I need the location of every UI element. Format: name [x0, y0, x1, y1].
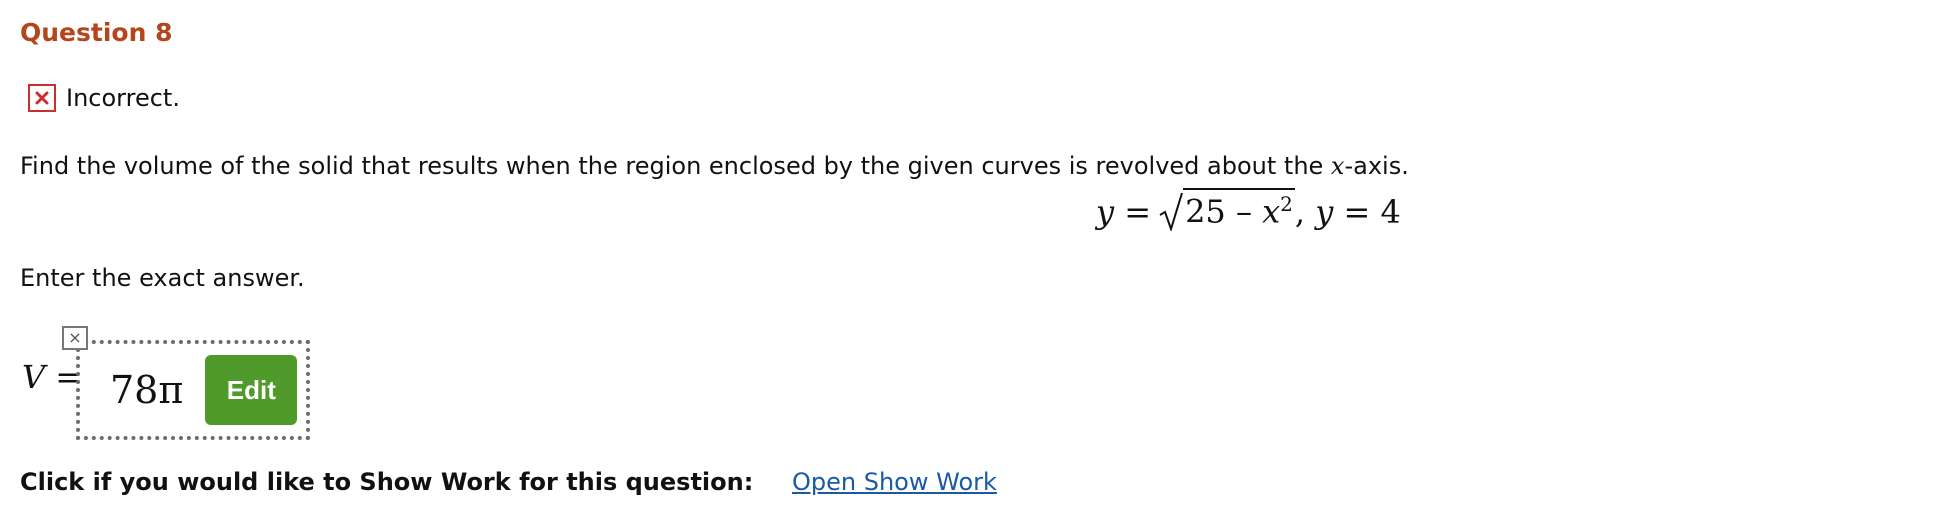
- close-icon[interactable]: ×: [62, 326, 88, 350]
- radicand: 25 – x2: [1183, 188, 1295, 231]
- edit-button[interactable]: Edit: [205, 355, 298, 425]
- question-title: Question 8: [20, 18, 173, 47]
- x-mark-icon: [35, 91, 49, 105]
- square-root: 25 – x2: [1159, 188, 1295, 231]
- prompt-variable: x: [1330, 152, 1345, 180]
- answer-instruction: Enter the exact answer.: [20, 264, 305, 292]
- equation-lhs: y =: [1096, 192, 1152, 231]
- equation-rhs: , y = 4: [1294, 192, 1401, 231]
- answer-input[interactable]: 78π Edit: [76, 340, 310, 440]
- status-text: Incorrect.: [66, 84, 180, 112]
- question-prompt: Find the volume of the solid that result…: [20, 152, 1409, 180]
- answer-variable-label: V =: [22, 358, 83, 396]
- prompt-text-start: Find the volume of the solid that result…: [20, 152, 1331, 180]
- show-work-prompt: Click if you would like to Show Work for…: [20, 468, 754, 496]
- open-show-work-link[interactable]: Open Show Work: [792, 468, 997, 496]
- prompt-text-end: -axis.: [1344, 152, 1409, 180]
- answer-value: 78π: [110, 368, 184, 412]
- equation: y = 25 – x2 , y = 4: [1096, 188, 1401, 231]
- incorrect-icon: [28, 84, 56, 112]
- radical-sign-icon: [1159, 192, 1184, 231]
- status-row: Incorrect.: [28, 84, 180, 112]
